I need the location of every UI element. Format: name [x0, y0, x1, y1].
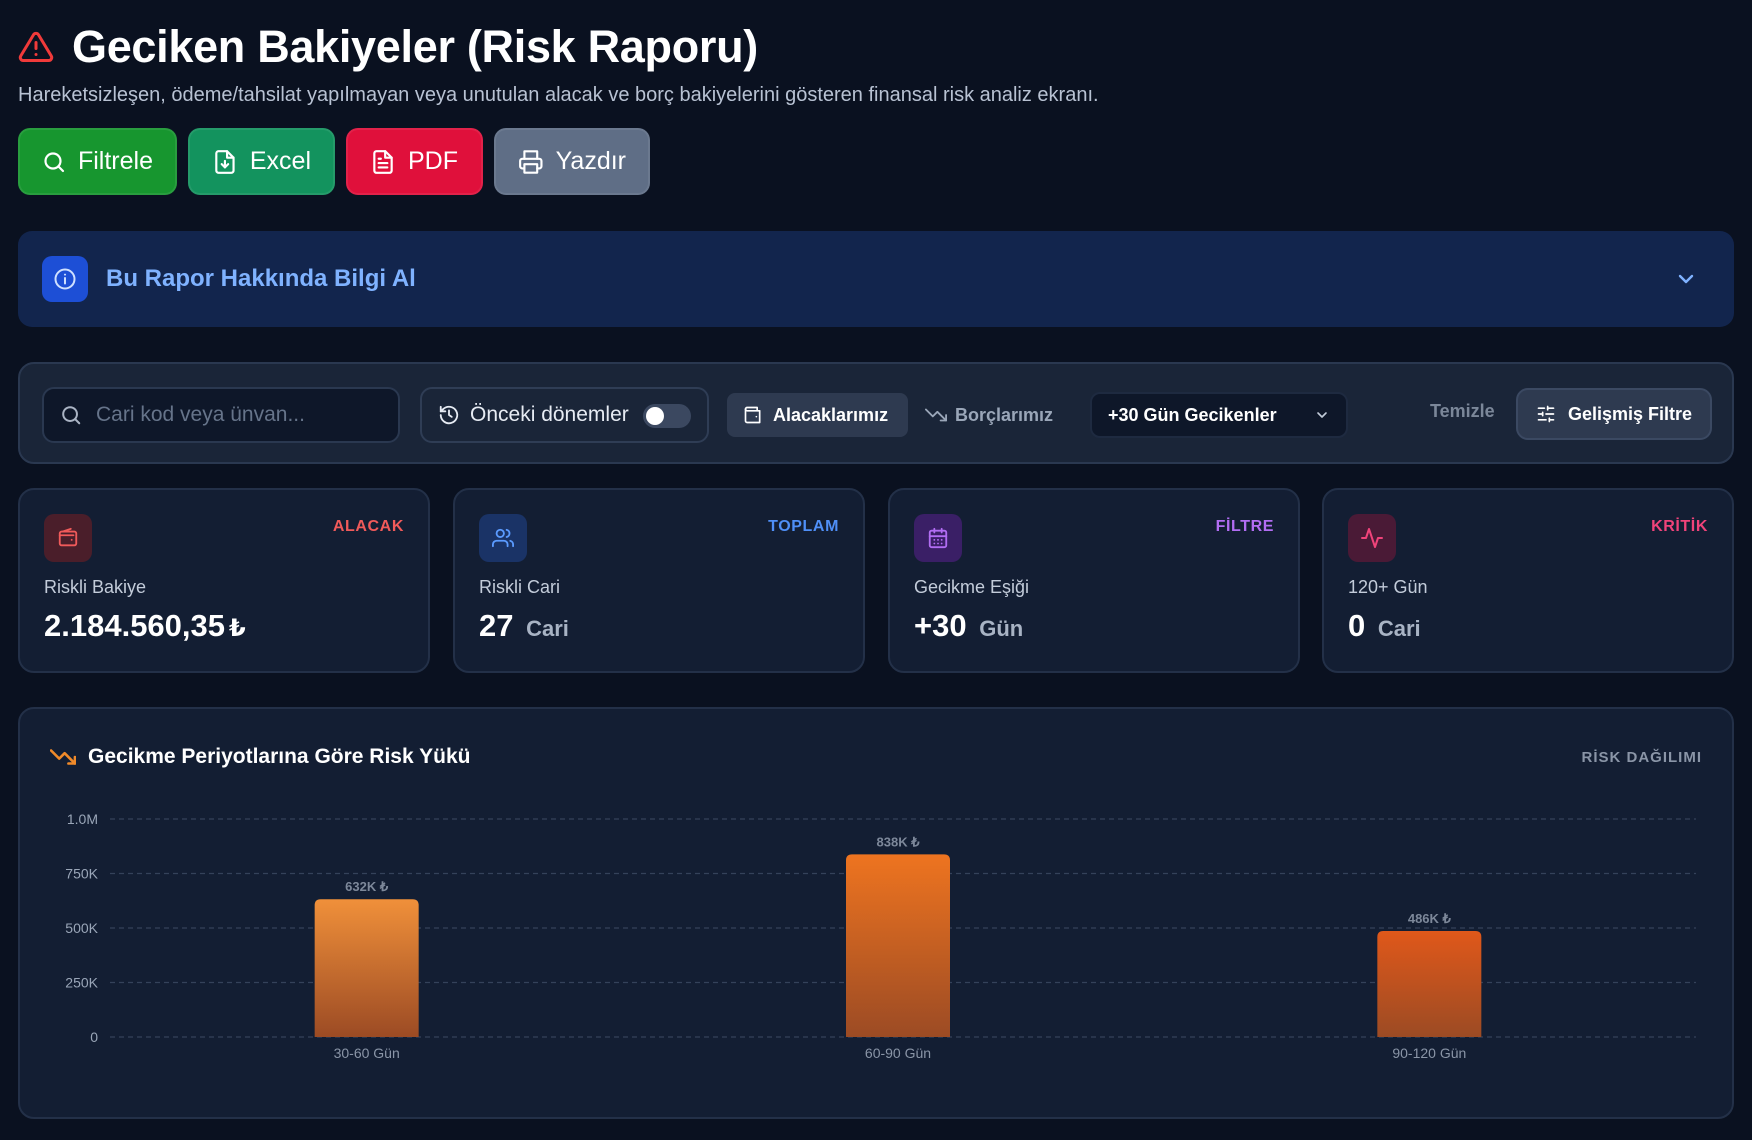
- payables-tab[interactable]: Borçlarımız: [925, 393, 1053, 437]
- bar-value-label: 632K ₺: [345, 879, 389, 894]
- x-tick-label: 30-60 Gün: [334, 1045, 400, 1061]
- chart-header: Gecikme Periyotlarına Göre Risk Yükü: [50, 744, 470, 770]
- clear-filters-button[interactable]: Temizle: [1430, 401, 1495, 422]
- card-label: Riskli Cari: [479, 577, 560, 597]
- card-tag: FİLTRE: [1215, 518, 1274, 535]
- warning-icon: [18, 31, 54, 62]
- search-input[interactable]: [96, 403, 386, 427]
- report-info-accordion[interactable]: Bu Rapor Hakkında Bilgi Al: [18, 231, 1734, 327]
- receivables-tab-label: Alacaklarımız: [773, 404, 889, 425]
- bar: [846, 854, 950, 1037]
- payables-tab-label: Borçlarımız: [955, 404, 1054, 425]
- chevron-down-icon[interactable]: [1674, 267, 1698, 291]
- overdue-period-select[interactable]: +30 Gün Gecikenler: [1090, 392, 1348, 438]
- sliders-icon: [1537, 405, 1555, 423]
- filter-button-label: Filtrele: [77, 147, 153, 175]
- file-text-icon: [373, 149, 393, 174]
- previous-periods-label: Önceki dönemler: [470, 403, 629, 426]
- bar: [314, 899, 419, 1037]
- info-title: Bu Rapor Hakkında Bilgi Al: [106, 265, 416, 292]
- card-value: 27 Cari: [479, 608, 569, 643]
- y-tick-label: 500K: [65, 920, 98, 936]
- y-tick-label: 0: [90, 1029, 98, 1045]
- info-icon: [42, 256, 88, 302]
- trending-down-icon: [50, 749, 76, 765]
- y-tick-label: 250K: [65, 975, 98, 991]
- risky-accounts-card: TOPLAM Riskli Cari 27 Cari: [453, 488, 865, 673]
- calendar-icon: [914, 514, 962, 562]
- excel-button-label: Excel: [249, 147, 311, 175]
- users-icon: [479, 514, 527, 562]
- wallet-icon: [744, 406, 761, 424]
- risky-balance-card: ALACAK Riskli Bakiye 2.184.560,35 ₺: [18, 488, 430, 673]
- filter-bar: Önceki dönemler Alacaklarımız Borçlarımı…: [18, 362, 1734, 464]
- search-icon: [44, 151, 65, 172]
- card-label: Gecikme Eşiği: [914, 577, 1030, 597]
- y-tick-label: 1.0M: [67, 811, 98, 827]
- page-title: Geciken Bakiyeler (Risk Raporu): [72, 21, 758, 72]
- risk-bar-chart: 0 250K 500K 750K 1.0M 632K ₺ 30-60 Gün 838K ₺ 60…: [65, 811, 1696, 1061]
- chevron-down-icon: [1317, 412, 1327, 418]
- y-tick-label: 750K: [65, 866, 98, 882]
- pdf-export-button[interactable]: PDF: [346, 128, 483, 195]
- card-value: 2.184.560,35 ₺: [44, 608, 246, 643]
- card-tag: ALACAK: [332, 518, 404, 535]
- search-icon: [62, 406, 81, 425]
- search-box: [42, 387, 400, 443]
- delay-threshold-card: FİLTRE Gecikme Eşiği +30 Gün: [888, 488, 1300, 673]
- chart-tag: RİSK DAĞILIMI: [1581, 749, 1702, 766]
- print-button[interactable]: Yazdır: [494, 128, 650, 195]
- x-tick-label: 90-120 Gün: [1392, 1045, 1466, 1061]
- receivables-tab[interactable]: Alacaklarımız: [727, 393, 908, 437]
- card-value: +30 Gün: [914, 608, 1024, 643]
- chart-title: Gecikme Periyotlarına Göre Risk Yükü: [88, 745, 471, 768]
- advanced-filter-button[interactable]: Gelişmiş Filtre: [1516, 388, 1712, 440]
- bar: [1377, 931, 1482, 1037]
- card-label: 120+ Gün: [1348, 577, 1428, 597]
- action-toolbar: Filtrele Excel PDF Yazdır: [18, 128, 650, 195]
- card-value: 0 Cari: [1348, 608, 1421, 643]
- page-header: Geciken Bakiyeler (Risk Raporu): [18, 21, 758, 72]
- file-download-icon: [215, 149, 235, 174]
- activity-icon: [1348, 514, 1396, 562]
- card-tag: TOPLAM: [768, 518, 839, 535]
- overdue-select-value: +30 Gün Gecikenler: [1108, 404, 1277, 425]
- wallet-icon: [44, 514, 92, 562]
- bar-value-label: 838K ₺: [877, 834, 921, 849]
- filter-button[interactable]: Filtrele: [18, 128, 177, 195]
- excel-export-button[interactable]: Excel: [188, 128, 335, 195]
- previous-periods-switch[interactable]: [643, 404, 691, 428]
- history-icon: [439, 405, 459, 425]
- page-subtitle: Hareketsizleşen, ödeme/tahsilat yapılmay…: [18, 84, 1099, 106]
- print-button-label: Yazdır: [555, 147, 626, 175]
- card-label: Riskli Bakiye: [44, 577, 147, 597]
- printer-icon: [519, 149, 543, 174]
- card-tag: KRİTİK: [1651, 518, 1708, 535]
- critical-120-card: KRİTİK 120+ Gün 0 Cari: [1322, 488, 1734, 673]
- bar-value-label: 486K ₺: [1408, 911, 1452, 926]
- stat-cards: ALACAK Riskli Bakiye 2.184.560,35 ₺ TOPLA…: [18, 488, 1734, 673]
- previous-periods-toggle[interactable]: Önceki dönemler: [420, 387, 709, 443]
- advanced-filter-label: Gelişmiş Filtre: [1568, 403, 1693, 424]
- risk-chart-panel: Gecikme Periyotlarına Göre Risk Yükü RİS…: [18, 707, 1734, 1119]
- pdf-button-label: PDF: [408, 147, 458, 175]
- trending-down-icon: [925, 408, 947, 422]
- x-tick-label: 60-90 Gün: [865, 1045, 931, 1061]
